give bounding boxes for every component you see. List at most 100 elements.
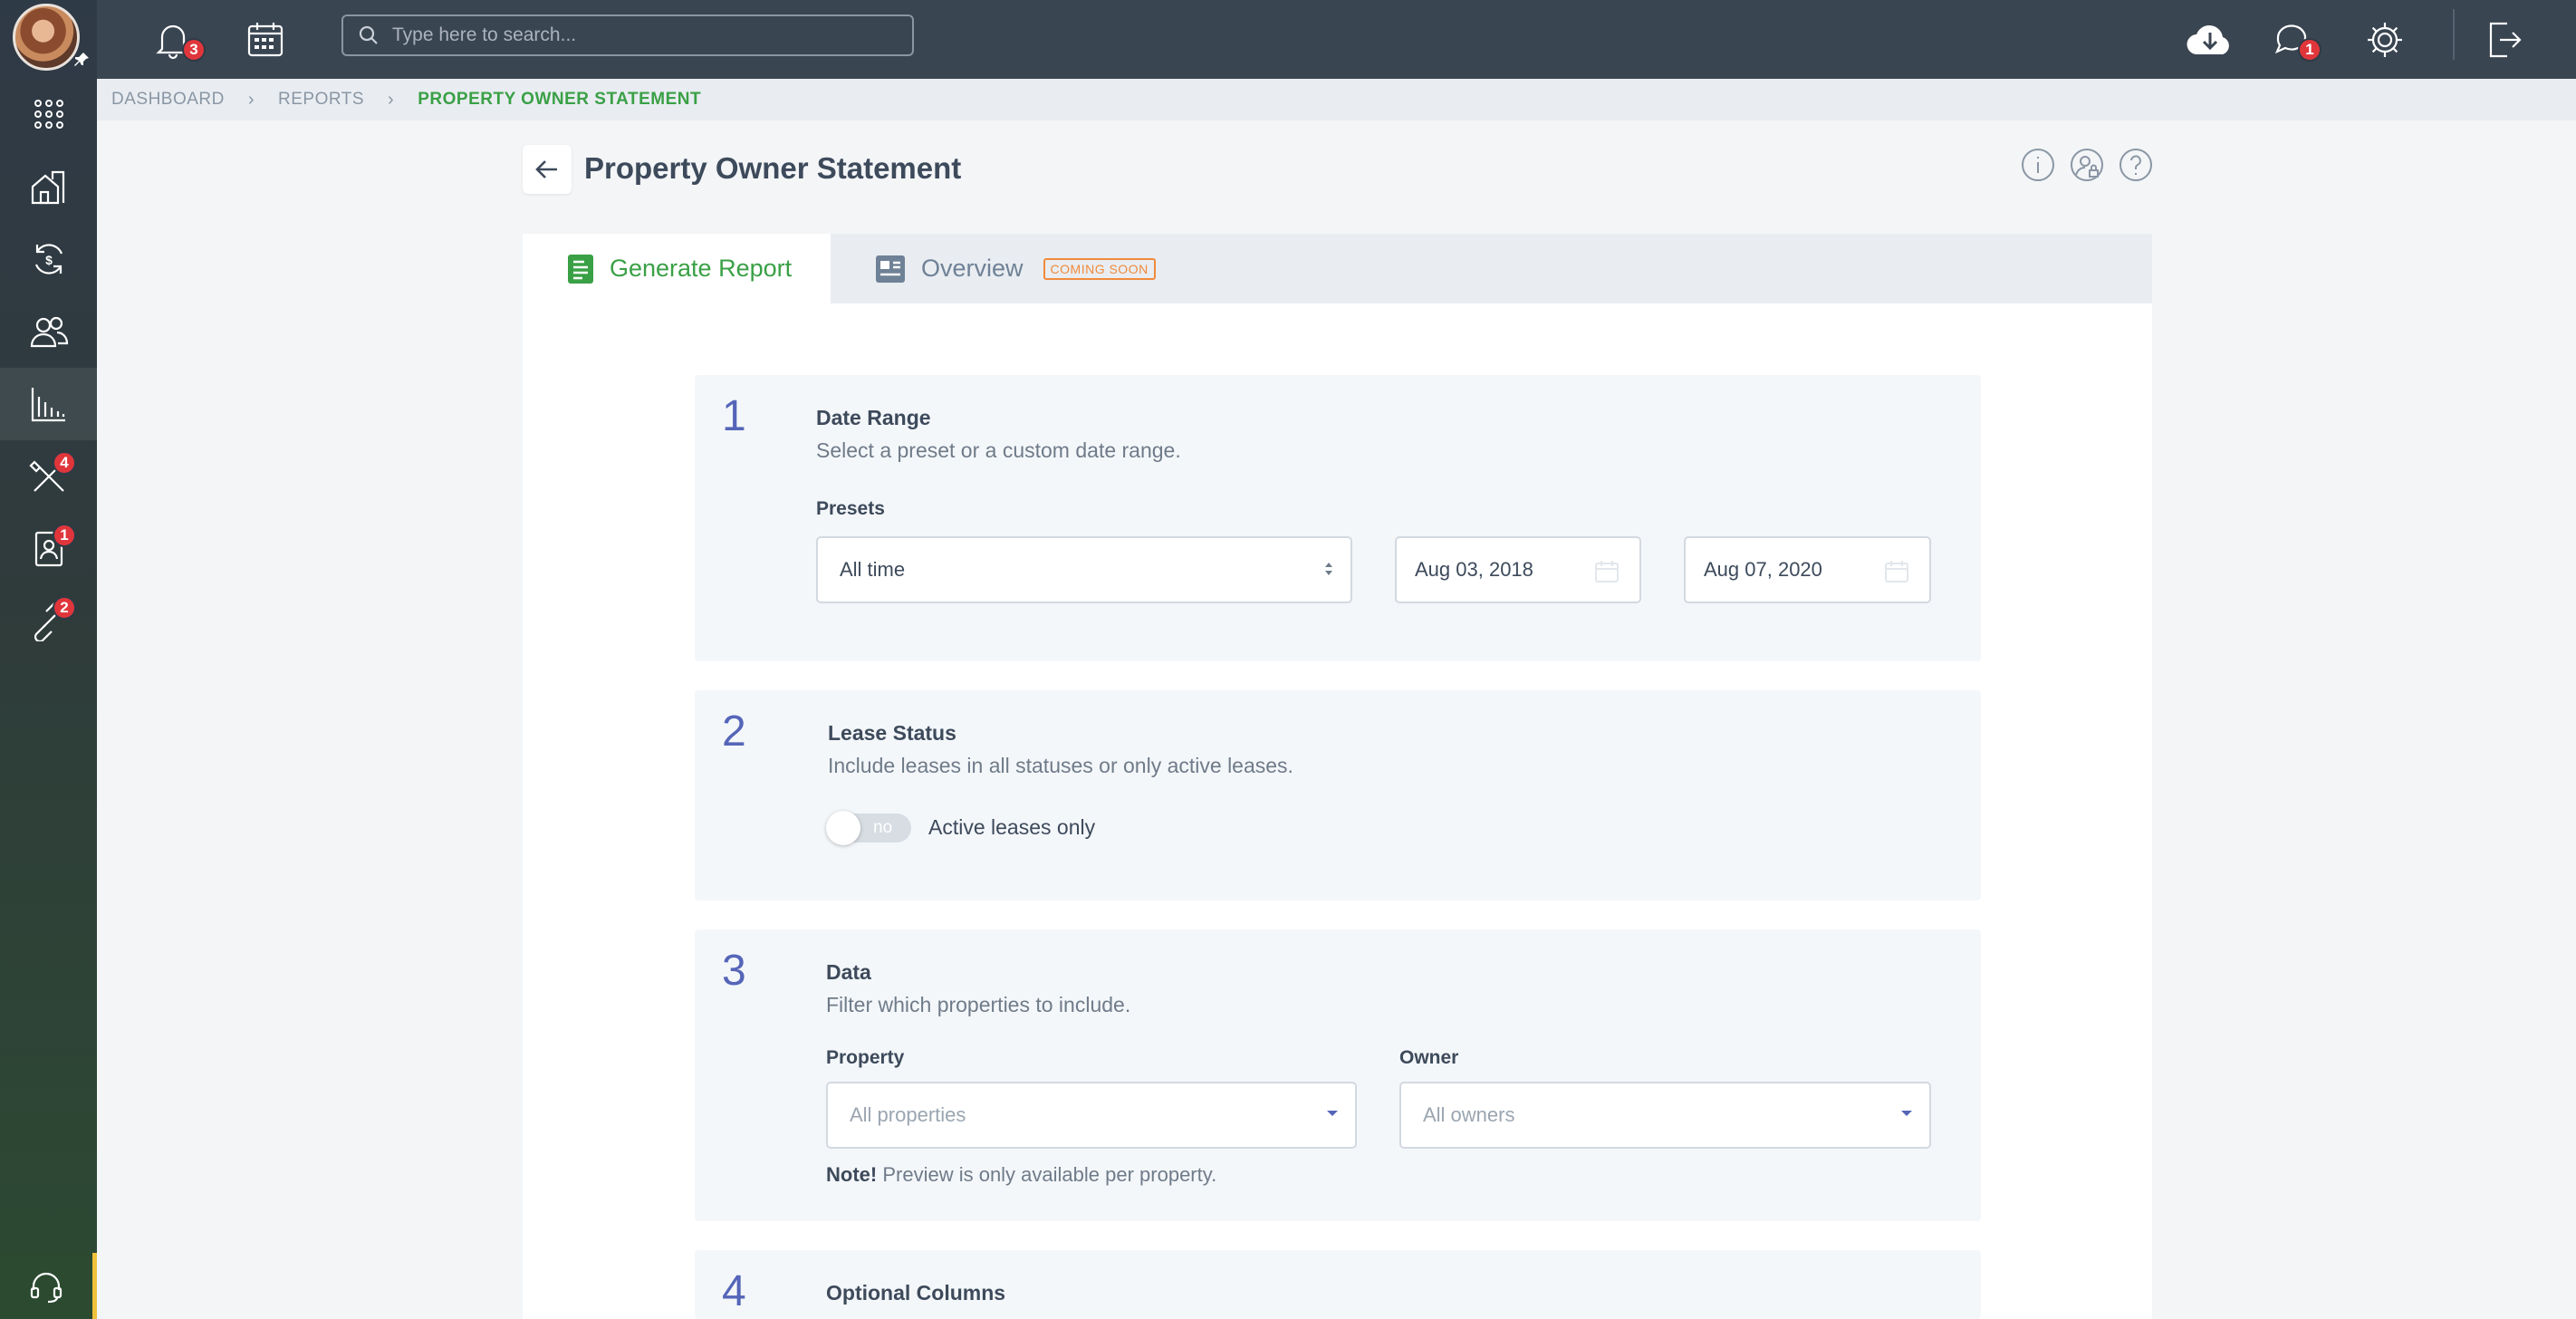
owner-label: Owner: [1399, 1047, 1459, 1068]
step-description: Filter which properties to include.: [826, 993, 1131, 1016]
presets-select[interactable]: All time: [816, 536, 1352, 603]
sidebar-item-people[interactable]: [0, 295, 97, 368]
tab-label: Overview: [921, 255, 1024, 282]
step-number: 3: [722, 947, 746, 995]
sidebar-item-reports[interactable]: [0, 368, 97, 440]
sidebar: $ 4 1 2: [0, 0, 97, 1319]
active-leases-label: Active leases only: [928, 815, 1096, 839]
search-box[interactable]: [341, 14, 914, 56]
owner-placeholder: All owners: [1423, 1103, 1515, 1126]
sort-caret-icon: [1325, 563, 1332, 575]
buildings-icon: [31, 170, 64, 205]
coming-soon-badge: COMING SOON: [1043, 257, 1156, 280]
presets-value: All time: [840, 558, 906, 581]
avatar[interactable]: [13, 4, 80, 71]
sidebar-item-properties[interactable]: [0, 150, 97, 223]
sidebar-item-payments[interactable]: $: [0, 223, 97, 295]
note-strong: Note!: [826, 1163, 878, 1186]
topbar-divider: [2453, 9, 2455, 60]
sidebar-item-apps[interactable]: [0, 78, 97, 150]
info-button[interactable]: [2020, 147, 2056, 183]
sidebar-item-applications[interactable]: 1: [0, 513, 97, 585]
applications-badge: 1: [53, 524, 76, 547]
calendar-button[interactable]: [238, 13, 293, 67]
breadcrumb-reports[interactable]: REPORTS: [278, 90, 364, 110]
toggle-knob: [826, 811, 860, 845]
bar-chart-icon: [31, 388, 65, 422]
chevron-down-icon: [1327, 1111, 1338, 1116]
maintenance-badge: 4: [53, 451, 76, 475]
help-button[interactable]: [2118, 147, 2154, 183]
arrow-left-icon: [535, 160, 557, 178]
svg-text:$: $: [45, 253, 53, 267]
tab-label: Generate Report: [610, 255, 793, 282]
owner-select[interactable]: All owners: [1399, 1082, 1931, 1149]
search-icon: [359, 25, 378, 44]
step-title: Lease Status: [828, 721, 956, 745]
notifications-button[interactable]: 3: [146, 13, 206, 67]
people-icon: [30, 316, 68, 348]
download-button[interactable]: [2183, 13, 2237, 67]
notifications-badge: 3: [182, 38, 206, 62]
chevron-down-icon: [1901, 1111, 1912, 1116]
messages-badge: 1: [2298, 38, 2321, 62]
sidebar-item-integrations[interactable]: 2: [0, 585, 97, 658]
overview-card-icon: [876, 255, 905, 283]
end-date-value: Aug 07, 2020: [1704, 558, 1822, 581]
start-date-value: Aug 03, 2018: [1415, 558, 1533, 581]
integrations-badge: 2: [53, 596, 76, 620]
chevron-right-icon: ›: [247, 89, 255, 110]
messages-button[interactable]: 1: [2265, 13, 2321, 67]
cloud-download-icon: [2187, 25, 2229, 55]
start-date-input[interactable]: Aug 03, 2018: [1395, 536, 1641, 603]
step-optional-columns: 4 Optional Columns: [695, 1250, 1981, 1319]
breadcrumb-current: PROPERTY OWNER STATEMENT: [418, 90, 702, 109]
info-icon: [2022, 149, 2054, 181]
permissions-button[interactable]: [2069, 147, 2105, 183]
calendar-icon: [1885, 561, 1908, 582]
presets-label: Presets: [816, 498, 885, 519]
breadcrumb: DASHBOARD › REPORTS › PROPERTY OWNER STA…: [97, 79, 2576, 120]
user-lock-icon: [2071, 149, 2103, 181]
grid-icon: [34, 100, 63, 129]
step-title: Data: [826, 960, 871, 984]
calendar-icon: [1595, 561, 1619, 582]
property-select[interactable]: All properties: [826, 1082, 1357, 1149]
logout-button[interactable]: [2476, 13, 2531, 67]
note-text: Preview is only available per property.: [882, 1163, 1217, 1186]
step-title: Optional Columns: [826, 1281, 1006, 1305]
calendar-icon: [247, 23, 284, 57]
help-icon: [2119, 149, 2152, 181]
step-title: Date Range: [816, 406, 931, 429]
step-lease-status: 2 Lease Status Include leases in all sta…: [695, 690, 1981, 900]
search-input[interactable]: [392, 24, 881, 46]
step-date-range: 1 Date Range Select a preset or a custom…: [695, 375, 1981, 661]
support-button[interactable]: [0, 1253, 97, 1319]
step-description: Select a preset or a custom date range.: [816, 438, 1181, 462]
property-placeholder: All properties: [850, 1103, 966, 1126]
preview-note: Note! Preview is only available per prop…: [826, 1163, 1216, 1187]
report-doc-icon: [568, 254, 593, 284]
step-number: 1: [722, 392, 746, 440]
tab-generate-report[interactable]: Generate Report: [523, 234, 831, 303]
tab-overview[interactable]: Overview COMING SOON: [876, 234, 1156, 303]
topbar: 3 1: [97, 0, 2576, 79]
breadcrumb-dashboard[interactable]: DASHBOARD: [111, 90, 225, 110]
toggle-state: no: [873, 818, 893, 837]
step-number: 4: [722, 1267, 746, 1315]
end-date-input[interactable]: Aug 07, 2020: [1684, 536, 1931, 603]
settings-button[interactable]: [2358, 13, 2412, 67]
pin-icon[interactable]: [72, 51, 91, 74]
property-label: Property: [826, 1047, 905, 1068]
step-data: 3 Data Filter which properties to includ…: [695, 929, 1981, 1221]
chevron-right-icon: ›: [388, 89, 395, 110]
page-title: Property Owner Statement: [584, 151, 962, 185]
money-cycle-icon: $: [34, 244, 62, 274]
gear-icon: [2368, 23, 2402, 57]
tabs: Generate Report Overview COMING SOON: [523, 234, 2152, 303]
active-leases-toggle[interactable]: no: [826, 811, 911, 845]
back-button[interactable]: [523, 145, 572, 194]
logout-icon: [2489, 22, 2522, 58]
headset-icon: [30, 1272, 62, 1303]
sidebar-item-maintenance[interactable]: 4: [0, 440, 97, 513]
